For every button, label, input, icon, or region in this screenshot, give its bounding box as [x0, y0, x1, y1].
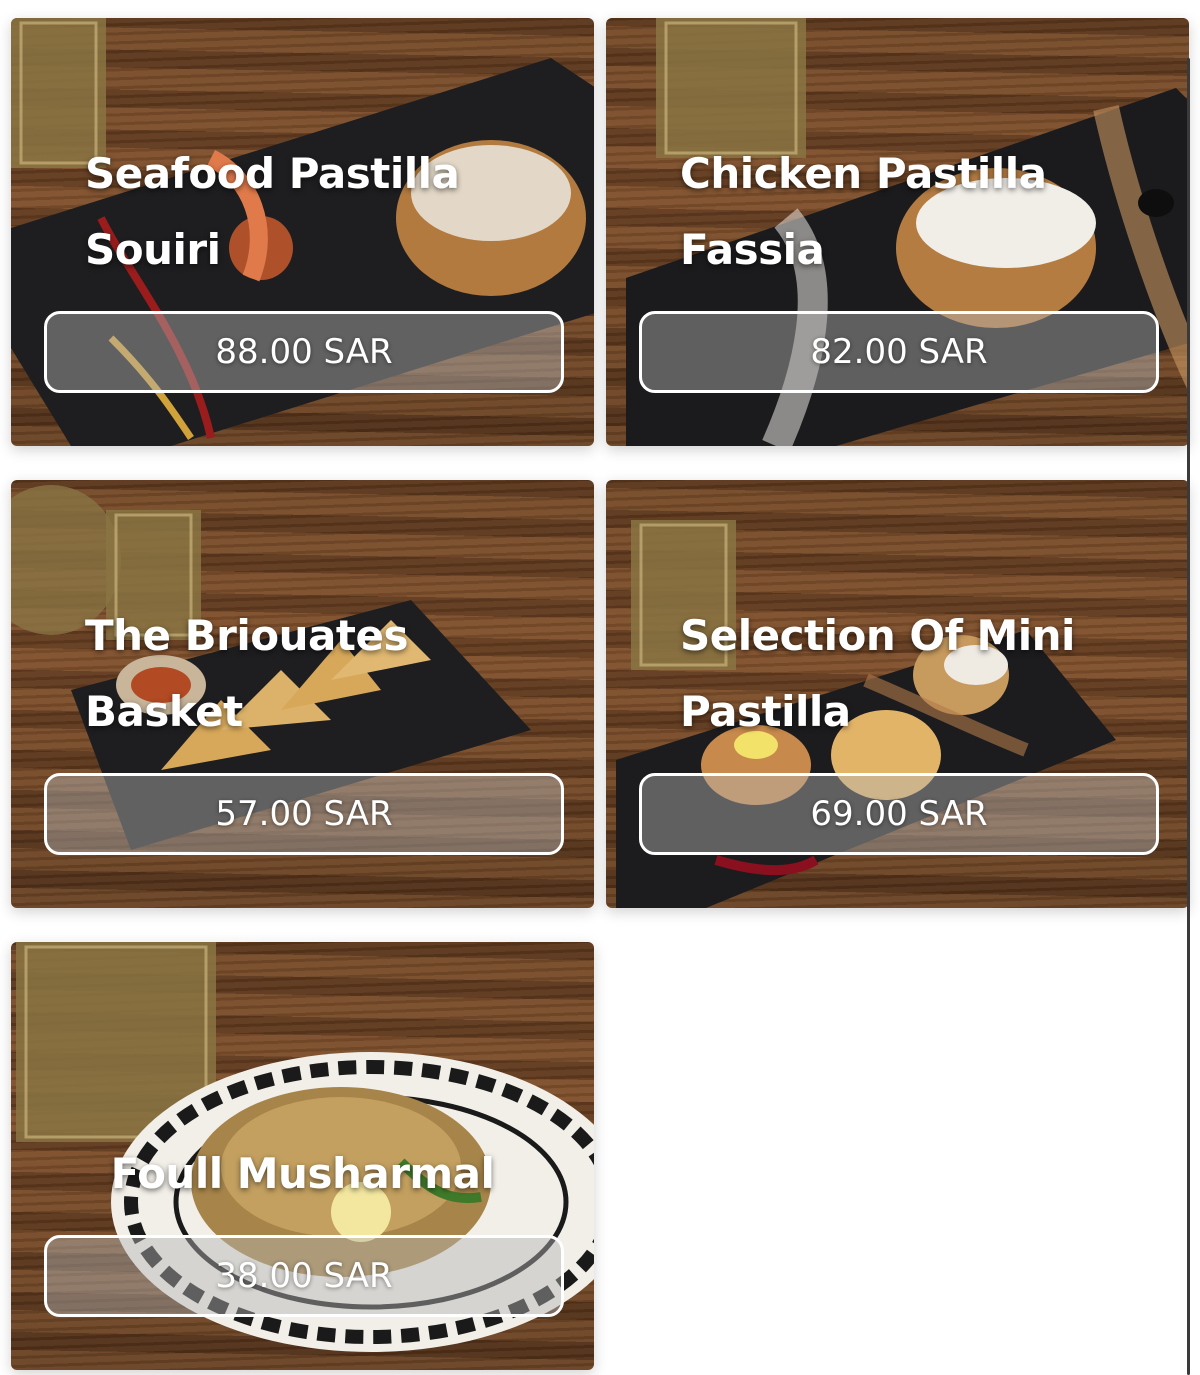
price-button[interactable]: 38.00 SAR: [44, 1235, 564, 1317]
dish-title: Selection Of Mini Pastilla: [680, 611, 1075, 736]
menu-item-card[interactable]: Foull Musharmal 38.00 SAR: [11, 942, 594, 1370]
price-button[interactable]: 82.00 SAR: [639, 311, 1159, 393]
dish-title: The Briouates Basket: [85, 611, 408, 736]
price-button[interactable]: 88.00 SAR: [44, 311, 564, 393]
dish-title: Chicken Pastilla Fassia: [680, 149, 1047, 274]
menu-item-card[interactable]: Chicken Pastilla Fassia 82.00 SAR: [606, 18, 1189, 446]
menu-item-card[interactable]: The Briouates Basket 57.00 SAR: [11, 480, 594, 908]
dish-title: Seafood Pastilla Souiri: [85, 149, 460, 274]
menu-item-card[interactable]: Selection Of Mini Pastilla 69.00 SAR: [606, 480, 1189, 908]
dish-title: Foull Musharmal: [110, 1149, 495, 1198]
menu-grid: Seafood Pastilla Souiri 88.00 SAR Chicke…: [0, 0, 1200, 1375]
menu-item-card[interactable]: Seafood Pastilla Souiri 88.00 SAR: [11, 18, 594, 446]
price-button[interactable]: 57.00 SAR: [44, 773, 564, 855]
scrollbar[interactable]: [1187, 58, 1190, 1375]
price-button[interactable]: 69.00 SAR: [639, 773, 1159, 855]
